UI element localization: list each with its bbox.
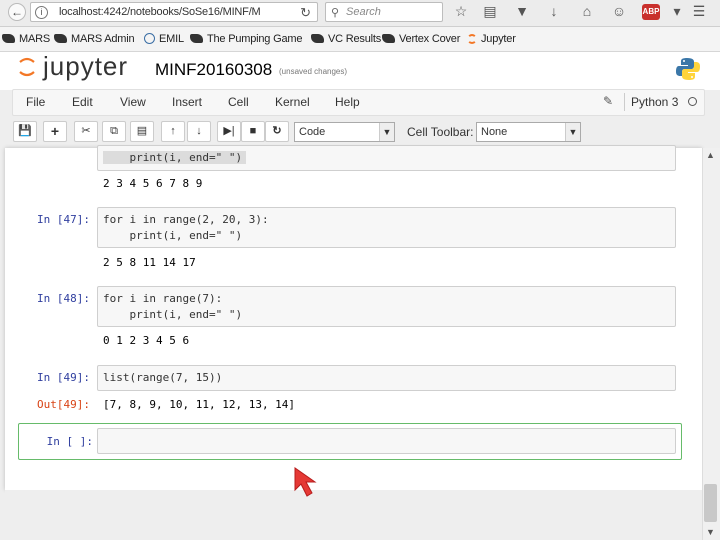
cell-toolbar-select[interactable]: None ▼ (476, 122, 581, 142)
jupyter-icon (467, 34, 477, 44)
code-line: print(i, end=" ") (103, 308, 243, 321)
adblock-icon[interactable]: ABP (642, 4, 660, 20)
restart-kernel-button[interactable]: ↻ (265, 121, 289, 142)
bookmark-pumping-game[interactable]: The Pumping Game (190, 33, 302, 45)
input-prompt: In [ ]: (46, 435, 93, 448)
search-icon: ⚲ (331, 7, 340, 19)
python-logo-icon (676, 58, 700, 80)
code-cell-input[interactable]: list(range(7, 15)) (97, 365, 676, 391)
bookmark-vertex-cover[interactable]: Vertex Cover (382, 33, 460, 45)
cell-type-value: Code (299, 126, 326, 138)
reload-icon[interactable]: ↻ (300, 5, 311, 21)
notebook-name[interactable]: MINF20160308 (155, 60, 272, 80)
info-icon[interactable]: i (35, 6, 48, 19)
bookmark-label: The Pumping Game (207, 33, 303, 45)
code-line: for i in range(2, 20, 3): (103, 213, 269, 226)
bookmark-label: VC Results (328, 33, 382, 45)
scroll-down-arrow-icon[interactable]: ▼ (706, 527, 715, 537)
bookmark-label: Vertex Cover (399, 33, 461, 45)
empty-code-cell-input[interactable] (97, 428, 676, 454)
jupyter-logo-text[interactable]: jupyter (43, 51, 128, 82)
scrollbar[interactable] (702, 148, 720, 540)
cell-toolbar-label: Cell Toolbar: (407, 125, 474, 139)
menu-view[interactable]: View (120, 95, 146, 109)
hamburger-menu-icon[interactable]: ☰ (690, 3, 708, 20)
reading-list-icon[interactable]: ▤ (481, 3, 499, 20)
code-line: print(i, end=" ") (103, 151, 247, 164)
save-status: (unsaved changes) (279, 67, 348, 76)
folder-icon (190, 34, 203, 43)
menu-kernel[interactable]: Kernel (275, 95, 310, 109)
bookmark-mars-admin[interactable]: MARS Admin (54, 33, 135, 45)
menu-file[interactable]: File (26, 95, 45, 109)
kernel-name: Python 3 (631, 95, 679, 109)
copy-button[interactable]: ⧉ (102, 121, 126, 142)
smiley-icon[interactable]: ☺ (610, 3, 628, 19)
bookmark-emil[interactable]: EMIL (144, 33, 184, 45)
paste-button[interactable]: ▤ (130, 121, 154, 142)
code-line: for i in range(7): (103, 292, 223, 305)
search-bar[interactable]: ⚲ Search (325, 2, 443, 22)
output-prompt: Out[49]: (37, 398, 90, 411)
insert-cell-button[interactable]: + (43, 121, 67, 142)
cut-button[interactable]: ✂ (74, 121, 98, 142)
pencil-icon[interactable]: ✎ (603, 94, 613, 108)
run-cell-button[interactable]: ▶| (217, 121, 241, 142)
bookmark-star-icon[interactable]: ☆ (452, 3, 470, 20)
bookmark-mars[interactable]: MARS (2, 33, 50, 45)
menu-insert[interactable]: Insert (172, 95, 202, 109)
cell-output: 2 5 8 11 14 17 (103, 256, 196, 269)
chevron-down-icon: ▼ (379, 123, 394, 141)
cell-output: 2 3 4 5 6 7 8 9 (103, 177, 203, 190)
code-cell-input[interactable]: for i in range(2, 20, 3): print(i, end="… (97, 207, 676, 248)
folder-icon (54, 34, 67, 43)
cell-output: [7, 8, 9, 10, 11, 12, 13, 14] (103, 398, 296, 411)
notebook-background (5, 490, 702, 540)
folder-icon (382, 34, 395, 43)
save-button[interactable]: 💾 (13, 121, 37, 142)
dropdown-arrow-icon[interactable]: ▾ (668, 3, 686, 20)
interrupt-kernel-button[interactable]: ■ (241, 121, 265, 142)
mouse-cursor-icon (294, 467, 317, 497)
input-prompt: In [47]: (37, 213, 90, 226)
bookmark-label: MARS (19, 33, 50, 45)
code-line: list(range(7, 15)) (103, 371, 223, 384)
cell-toolbar-value: None (481, 126, 508, 138)
code-cell-input[interactable]: print(i, end=" ") (97, 145, 676, 171)
chevron-down-icon: ▼ (565, 123, 580, 141)
move-up-button[interactable]: ↑ (161, 121, 185, 142)
url-bar[interactable]: i localhost:4242/notebooks/SoSe16/MINF/M… (30, 2, 318, 22)
menu-cell[interactable]: Cell (228, 95, 249, 109)
divider (624, 93, 625, 111)
bookmark-vc-results[interactable]: VC Results (311, 33, 381, 45)
scroll-up-arrow-icon[interactable]: ▲ (706, 150, 715, 160)
jupyter-logo-icon[interactable] (18, 56, 36, 78)
folder-icon (311, 34, 324, 43)
bookmark-jupyter[interactable]: Jupyter (467, 33, 516, 45)
url-text: localhost:4242/notebooks/SoSe16/MINF/M (59, 6, 261, 18)
download-icon[interactable]: ↓ (545, 3, 563, 19)
scrollbar-thumb[interactable] (704, 484, 717, 522)
move-down-button[interactable]: ↓ (187, 121, 211, 142)
menu-edit[interactable]: Edit (72, 95, 93, 109)
input-prompt: In [48]: (37, 292, 90, 305)
home-icon[interactable]: ⌂ (578, 3, 596, 19)
folder-icon (2, 34, 15, 43)
pocket-icon[interactable]: ▼ (513, 3, 531, 19)
search-placeholder: Search (346, 6, 381, 18)
back-icon[interactable]: ← (8, 3, 26, 21)
code-line: print(i, end=" ") (103, 229, 243, 242)
input-prompt: In [49]: (37, 371, 90, 384)
cell-output: 0 1 2 3 4 5 6 (103, 334, 190, 347)
code-cell-input[interactable]: for i in range(7): print(i, end=" ") (97, 286, 676, 327)
globe-icon (144, 33, 155, 44)
cell-type-select[interactable]: Code ▼ (294, 122, 395, 142)
bookmark-label: EMIL (159, 33, 184, 45)
bookmark-label: MARS Admin (71, 33, 135, 45)
menu-help[interactable]: Help (335, 95, 360, 109)
bookmark-label: Jupyter (481, 33, 516, 45)
kernel-status-icon (688, 97, 697, 106)
